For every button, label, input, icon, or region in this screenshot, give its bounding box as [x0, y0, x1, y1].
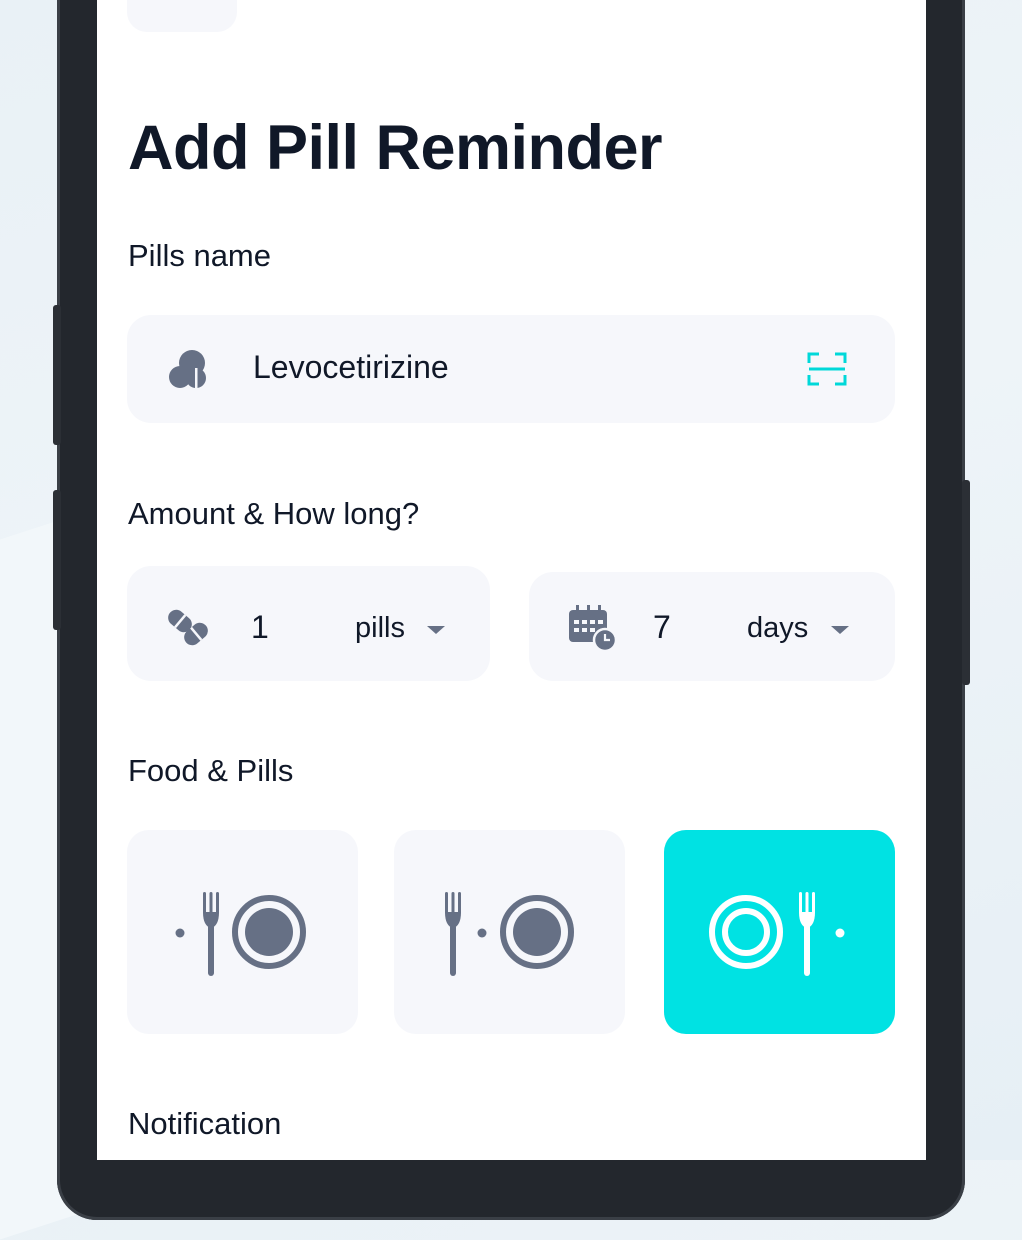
notification-label: Notification: [128, 1106, 282, 1141]
scan-icon[interactable]: [807, 351, 847, 387]
food-option-with-meal[interactable]: [394, 830, 625, 1034]
food-option-before-meal[interactable]: [127, 830, 358, 1034]
food-option-after-meal[interactable]: [664, 830, 895, 1034]
chevron-down-icon[interactable]: [831, 626, 849, 634]
chevron-down-icon[interactable]: [427, 626, 445, 634]
after-meal-icon: [709, 892, 845, 976]
pills-name-field[interactable]: Levocetirizine: [127, 315, 895, 423]
phone-side-button: [962, 480, 970, 685]
app-screen: Add Pill Reminder Pills name Levocetiriz…: [97, 0, 926, 1160]
duration-unit-select[interactable]: days: [747, 612, 808, 645]
with-meal-icon: [445, 892, 574, 976]
food-pills-label: Food & Pills: [128, 753, 294, 788]
amount-unit-select[interactable]: pills: [355, 612, 405, 645]
duration-field[interactable]: 7 days: [529, 572, 895, 681]
phone-side-button: [53, 490, 61, 630]
before-meal-icon: [175, 892, 306, 976]
calendar-clock-icon: [569, 605, 617, 652]
pill-icon: [169, 350, 206, 388]
pills-icon: [168, 609, 208, 646]
pills-name-label: Pills name: [128, 238, 271, 273]
page-title: Add Pill Reminder: [128, 113, 663, 183]
amount-label: Amount & How long?: [128, 496, 420, 531]
back-button[interactable]: [127, 0, 237, 32]
pills-name-value: Levocetirizine: [253, 349, 449, 385]
phone-side-button: [53, 305, 61, 445]
duration-value[interactable]: 7: [653, 609, 671, 646]
amount-field[interactable]: 1 pills: [127, 566, 490, 681]
amount-value[interactable]: 1: [251, 609, 269, 646]
